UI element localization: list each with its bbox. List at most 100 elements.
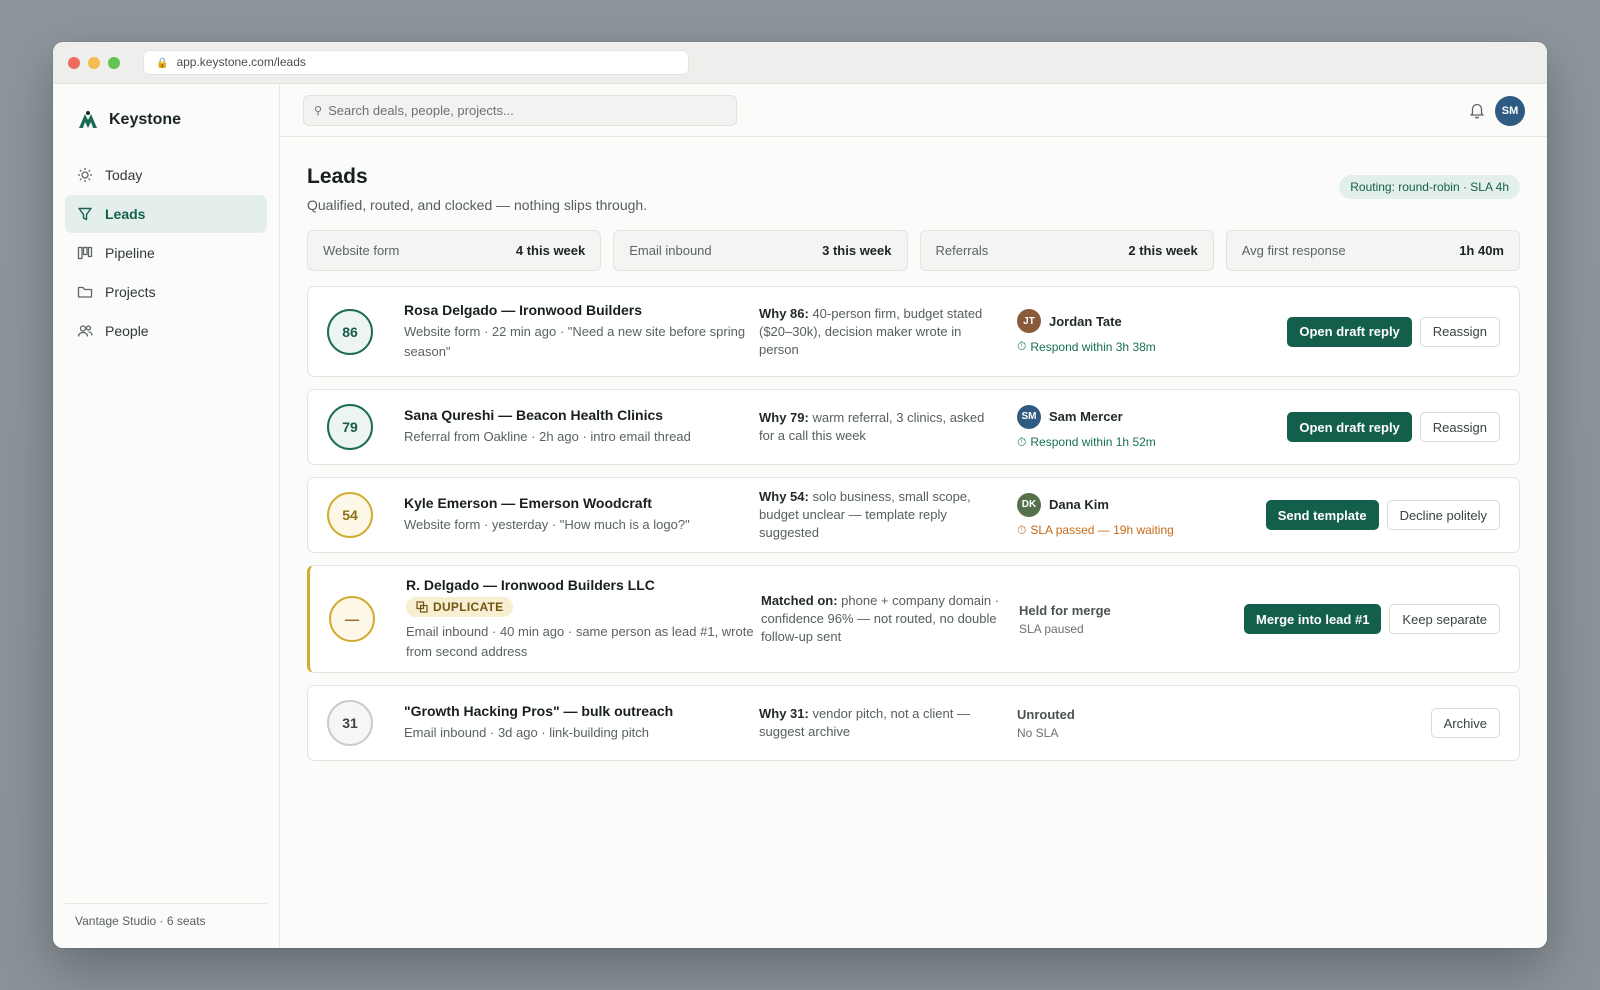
sun-icon (77, 167, 93, 183)
timer-icon: ⏱ (1017, 434, 1027, 449)
sidebar-item-label: Leads (105, 206, 146, 222)
search-input[interactable] (328, 103, 709, 118)
stat-value: 4 this week (515, 243, 586, 258)
sidebar-item-label: People (105, 323, 149, 339)
app-shell: Keystone Today Leads Pipeline Projects P… (53, 84, 1547, 948)
filter-icon (77, 206, 93, 222)
lead-info: "Growth Hacking Pros" — bulk outreach Em… (404, 703, 759, 743)
minimize-window-button[interactable] (88, 57, 100, 69)
status-title: Held for merge (1019, 602, 1111, 618)
owner-avatar: JT (1017, 309, 1041, 333)
page-title: Leads (307, 165, 368, 188)
lead-owner: DK Dana Kim ⏱ SLA passed — 19h waiting (1017, 492, 1237, 538)
sidebar-item-projects[interactable]: Projects (65, 273, 267, 311)
lead-info: Rosa Delgado — Ironwood Builders Website… (404, 302, 759, 362)
copy-icon (416, 600, 428, 613)
sidebar: Keystone Today Leads Pipeline Projects P… (53, 84, 280, 948)
lead-meta: Website form · yesterday · "How much is … (404, 517, 690, 532)
stat-value: 3 this week (822, 243, 892, 258)
close-window-button[interactable] (68, 57, 80, 69)
lead-info: R. Delgado — Ironwood Builders LLC DUPLI… (406, 577, 761, 662)
lead-name[interactable]: Rosa Delgado — Ironwood Builders (404, 302, 759, 318)
brand[interactable]: Keystone (53, 84, 279, 156)
owner-avatar: SM (1017, 404, 1041, 429)
lead-name[interactable]: Sana Qureshi — Beacon Health Clinics (404, 407, 759, 423)
leads-list: 86 Rosa Delgado — Ironwood Builders Webs… (307, 286, 1520, 761)
merge-into-lead-button[interactable]: Merge into lead #1 (1244, 604, 1382, 634)
lead-actions: Open draft reply Reassign (1287, 412, 1500, 442)
stat-label: Referrals (935, 243, 989, 258)
duplicate-match-reason: Matched on: phone + company domain · con… (761, 592, 1005, 646)
archive-button[interactable]: Archive (1430, 708, 1500, 738)
user-avatar[interactable]: SM (1495, 96, 1525, 126)
decline-politely-button[interactable]: Decline politely (1386, 500, 1500, 530)
lead-actions: Archive (1430, 708, 1500, 738)
sla-timer: ⏱ Respond within 3h 38m (1017, 339, 1237, 354)
search-box[interactable]: ⚲ (303, 95, 737, 126)
maximize-window-button[interactable] (108, 57, 120, 69)
stat-value: 1h 40m (1459, 243, 1504, 258)
lead-name[interactable]: Kyle Emerson — Emerson Woodcraft (404, 495, 759, 511)
sidebar-item-label: Pipeline (105, 245, 155, 261)
lead-card-duplicate[interactable]: — R. Delgado — Ironwood Builders LLC DUP… (307, 565, 1520, 673)
sidebar-item-label: Today (105, 167, 143, 183)
reassign-button[interactable]: Reassign (1419, 412, 1500, 442)
sidebar-item-pipeline[interactable]: Pipeline (65, 234, 267, 272)
lead-meta: Email inbound · 40 min ago · same person… (406, 623, 754, 659)
stat-website-form: Website form 4 this week (307, 230, 602, 271)
lead-card[interactable]: 31 "Growth Hacking Pros" — bulk outreach… (307, 685, 1520, 761)
lead-actions: Open draft reply Reassign (1287, 316, 1500, 347)
reassign-button[interactable]: Reassign (1419, 316, 1500, 347)
lead-card[interactable]: 86 Rosa Delgado — Ironwood Builders Webs… (307, 286, 1520, 377)
lead-card[interactable]: 54 Kyle Emerson — Emerson Woodcraft Webs… (307, 477, 1520, 553)
address-bar[interactable]: 🔒 app.keystone.com/leads (143, 50, 689, 75)
leads-page: Leads Qualified, routed, and clocked — n… (280, 137, 1547, 761)
lead-score-reason: Why 31: vendor pitch, not a client — sug… (759, 705, 1003, 741)
people-icon (77, 323, 93, 339)
stat-label: Avg first response (1241, 243, 1346, 258)
sla-timer: ⏱ SLA passed — 19h waiting (1017, 523, 1237, 538)
timer-icon: ⏱ (1017, 522, 1027, 537)
lead-status: Unrouted No SLA (1017, 707, 1237, 740)
sla-text: SLA passed — 19h waiting (1030, 523, 1174, 537)
reason-label: Why 86: (759, 305, 809, 321)
sidebar-item-leads[interactable]: Leads (65, 195, 267, 233)
send-template-button[interactable]: Send template (1265, 500, 1379, 530)
lead-card[interactable]: 79 Sana Qureshi — Beacon Health Clinics … (307, 389, 1520, 465)
sla-text: Respond within 1h 52m (1030, 435, 1156, 449)
sidebar-item-people[interactable]: People (65, 312, 267, 350)
browser-window: 🔒 app.keystone.com/leads Keystone Today (53, 42, 1547, 948)
lead-actions: Send template Decline politely (1265, 500, 1500, 530)
folder-icon (77, 284, 93, 300)
url-text: app.keystone.com/leads (176, 55, 306, 69)
lead-owner: SM Sam Mercer ⏱ Respond within 1h 52m (1017, 404, 1237, 450)
routing-badge: Routing: round-robin · SLA 4h (1339, 175, 1520, 199)
lead-name[interactable]: R. Delgado — Ironwood Builders LLC (406, 577, 761, 593)
sidebar-item-today[interactable]: Today (65, 156, 267, 194)
stat-email-inbound: Email inbound 3 this week (613, 230, 908, 271)
stat-avg-first-response: Avg first response 1h 40m (1225, 230, 1520, 271)
keep-separate-button[interactable]: Keep separate (1389, 604, 1500, 634)
main-area: ⚲ SM Leads Qualified, routed, and clocke… (280, 84, 1547, 948)
open-draft-reply-button[interactable]: Open draft reply (1287, 316, 1412, 347)
reason-label: Why 54: (759, 489, 809, 504)
bell-icon[interactable] (1469, 101, 1485, 119)
badge-text: DUPLICATE (433, 599, 504, 614)
duplicate-badge: DUPLICATE (406, 596, 514, 617)
keystone-logo-icon (79, 111, 97, 128)
owner-name: Sam Mercer (1049, 409, 1123, 424)
sla-timer: ⏱ Respond within 1h 52m (1017, 435, 1237, 450)
lead-actions: Merge into lead #1 Keep separate (1244, 604, 1500, 634)
reason-label: Why 79: (759, 410, 809, 425)
stat-label: Website form (323, 243, 400, 258)
stat-referrals: Referrals 2 this week (919, 230, 1214, 271)
lead-name[interactable]: "Growth Hacking Pros" — bulk outreach (404, 703, 759, 719)
browser-titlebar: 🔒 app.keystone.com/leads (53, 42, 1547, 84)
open-draft-reply-button[interactable]: Open draft reply (1287, 412, 1412, 442)
status-title: Unrouted (1017, 706, 1075, 722)
lead-status: Held for merge SLA paused (1019, 603, 1239, 636)
lead-score: 86 (327, 308, 373, 355)
workspace-info[interactable]: Vantage Studio · 6 seats (65, 903, 267, 928)
owner-name: Dana Kim (1049, 497, 1109, 512)
reason-label: Matched on: (761, 593, 838, 608)
